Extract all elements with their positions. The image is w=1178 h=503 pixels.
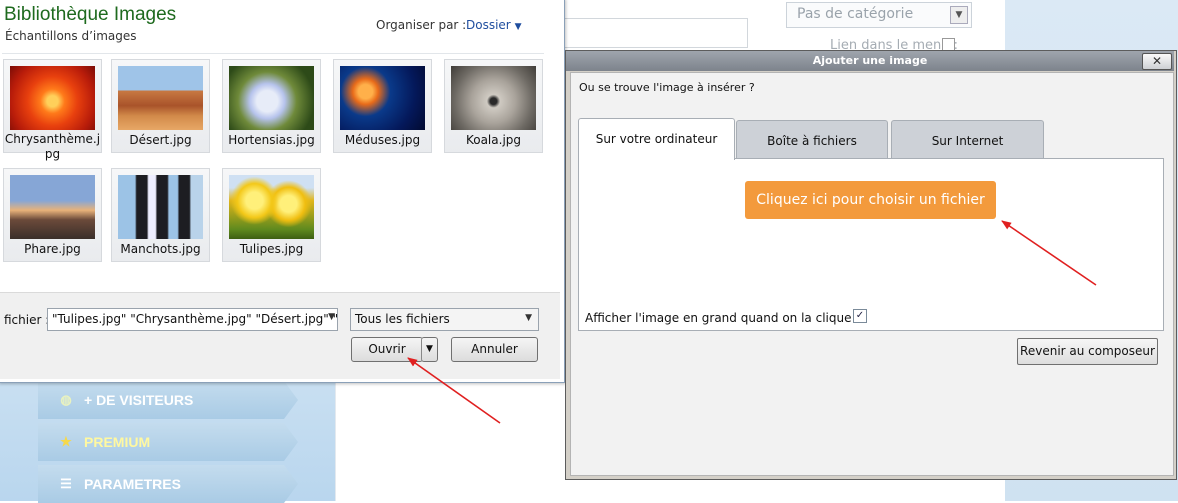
file-name: Tulipes.jpg (239, 242, 304, 256)
organize-dropdown[interactable]: Dossier ▼ (466, 18, 522, 32)
open-button[interactable]: Ouvrir (351, 337, 423, 362)
file-name: Koala.jpg (465, 133, 522, 147)
chevron-down-icon[interactable]: ▼ (328, 312, 335, 322)
back-to-composer-button[interactable]: Revenir au composeur (1017, 338, 1158, 365)
tulips-image (229, 175, 314, 239)
lighthouse-image (10, 175, 95, 239)
divider (2, 53, 544, 54)
checkmark-icon: ✓ (855, 310, 865, 321)
page-text-input[interactable] (560, 18, 748, 48)
insert-dialog-title: Ajouter une image (566, 51, 1174, 71)
filetype-value: Tous les fichiers (355, 312, 450, 326)
file-thumbnail-desert[interactable]: Désert.jpg (111, 59, 210, 153)
file-name: Hortensias.jpg (228, 133, 315, 147)
chevron-down-icon: ▼ (514, 22, 522, 32)
list-icon: ☰ (60, 476, 72, 491)
organize-label: Organiser par : (376, 18, 467, 32)
hydrangea-image (229, 66, 314, 130)
chevron-down-icon: ▼ (950, 6, 968, 24)
koala-image (451, 66, 536, 130)
file-thumbnail-hortensias[interactable]: Hortensias.jpg (222, 59, 321, 153)
library-subtitle: Échantillons d’images (5, 29, 137, 43)
penguins-image (118, 175, 203, 239)
organize-value: Dossier (466, 18, 511, 32)
enlarge-label: Afficher l'image en grand quand on la cl… (585, 311, 860, 325)
choose-file-button[interactable]: Cliquez ici pour choisir un fichier (745, 181, 996, 219)
file-thumbnail-koala[interactable]: Koala.jpg (444, 59, 543, 153)
tab-file-box[interactable]: Boîte à fichiers (736, 120, 888, 160)
nav-item-premium[interactable]: ★ PREMIUM (38, 423, 298, 461)
file-thumbnail-chrysantheme[interactable]: Chrysanthème.jpg (3, 59, 102, 161)
nav-item-label: PREMIUM (84, 434, 151, 450)
library-title: Bibliothèque Images (4, 4, 177, 25)
chevron-down-icon: ▼ (525, 313, 532, 323)
file-thumbnail-meduses[interactable]: Méduses.jpg (333, 59, 432, 153)
desert-image (118, 66, 203, 130)
insert-question: Ou se trouve l'image à insérer ? (579, 81, 755, 94)
file-thumbnail-manchots[interactable]: Manchots.jpg (111, 168, 210, 262)
filetype-select[interactable]: Tous les fichiers ▼ (350, 308, 539, 331)
close-icon: ✕ (1151, 54, 1163, 68)
category-select-value: Pas de catégorie (797, 6, 914, 22)
star-icon: ★ (60, 434, 72, 449)
jellyfish-image (340, 66, 425, 130)
open-options-dropdown[interactable]: ▼ (421, 337, 438, 362)
nav-item-settings[interactable]: ☰ PARAMETRES (38, 465, 298, 503)
cancel-button[interactable]: Annuler (451, 337, 538, 362)
tab-internet[interactable]: Sur Internet (891, 120, 1044, 160)
tab-computer[interactable]: Sur votre ordinateur (578, 118, 735, 160)
file-name: Manchots.jpg (120, 242, 201, 256)
file-name: Désert.jpg (129, 133, 192, 147)
filename-label: fichier : (4, 313, 50, 327)
chrysanthemum-image (10, 66, 95, 130)
file-thumbnail-phare[interactable]: Phare.jpg (3, 168, 102, 262)
file-name: Méduses.jpg (344, 133, 421, 147)
file-name: Phare.jpg (24, 242, 81, 256)
nav-item-visitors[interactable]: ◍ + DE VISITEURS (38, 381, 298, 419)
file-name: Chrysanthème.jpg (4, 132, 101, 161)
filename-value: "Tulipes.jpg" "Chrysanthème.jpg" "Désert… (52, 312, 338, 326)
globe-icon: ◍ (60, 392, 72, 407)
filename-input[interactable]: "Tulipes.jpg" "Chrysanthème.jpg" "Désert… (47, 308, 338, 331)
file-thumbnail-tulipes[interactable]: Tulipes.jpg (222, 168, 321, 262)
nav-item-label: PARAMETRES (84, 476, 181, 492)
file-dialog-footer (0, 292, 560, 379)
nav-item-label: + DE VISITEURS (84, 392, 194, 408)
enlarge-checkbox[interactable]: ✓ (853, 309, 867, 323)
category-select[interactable]: Pas de catégorie ▼ (786, 2, 972, 28)
chevron-down-icon: ▼ (426, 344, 433, 354)
close-button[interactable]: ✕ (1142, 53, 1172, 70)
